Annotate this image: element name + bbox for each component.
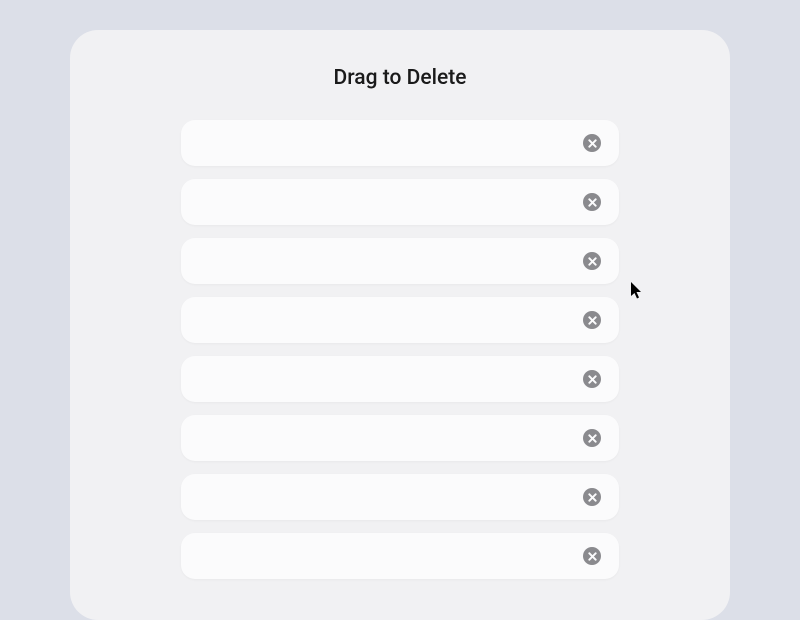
list-item[interactable] (181, 179, 619, 225)
delete-button[interactable] (583, 193, 601, 211)
page-title: Drag to Delete (334, 66, 467, 90)
list-item[interactable] (181, 297, 619, 343)
delete-button[interactable] (583, 252, 601, 270)
close-icon (588, 434, 597, 443)
main-panel: Drag to Delete (70, 30, 730, 620)
list-item[interactable] (181, 533, 619, 579)
close-icon (588, 493, 597, 502)
list-item[interactable] (181, 474, 619, 520)
delete-button[interactable] (583, 547, 601, 565)
delete-button[interactable] (583, 488, 601, 506)
close-icon (588, 375, 597, 384)
close-icon (588, 552, 597, 561)
list-item[interactable] (181, 415, 619, 461)
close-icon (588, 198, 597, 207)
delete-button[interactable] (583, 134, 601, 152)
delete-button[interactable] (583, 311, 601, 329)
close-icon (588, 139, 597, 148)
close-icon (588, 257, 597, 266)
item-list (70, 120, 730, 579)
list-item[interactable] (181, 120, 619, 166)
delete-button[interactable] (583, 370, 601, 388)
delete-button[interactable] (583, 429, 601, 447)
close-icon (588, 316, 597, 325)
list-item[interactable] (181, 238, 619, 284)
list-item[interactable] (181, 356, 619, 402)
